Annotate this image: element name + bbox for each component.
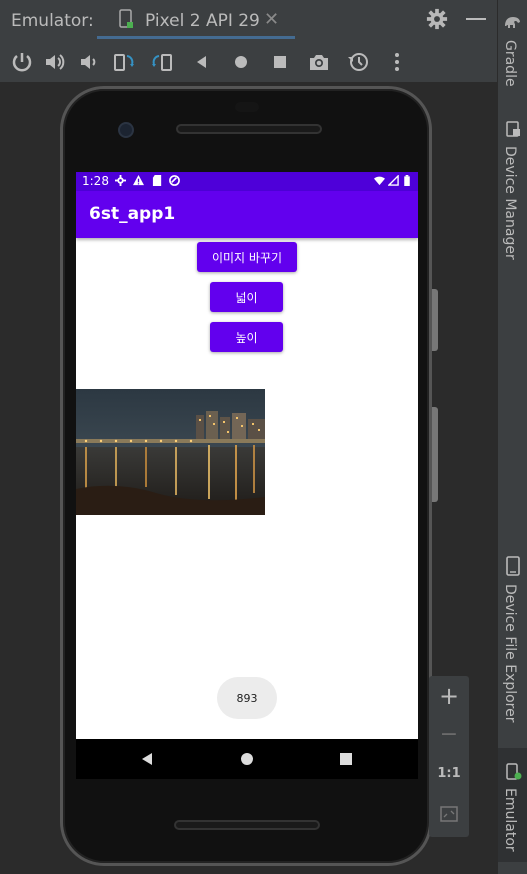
gradle-elephant-icon bbox=[505, 17, 520, 28]
rotate-left-icon[interactable] bbox=[112, 50, 136, 74]
top-speaker-grille bbox=[176, 124, 322, 134]
emulator-toolbar bbox=[0, 40, 497, 82]
nav-home-icon[interactable] bbox=[241, 753, 253, 765]
cell-signal-icon bbox=[388, 175, 399, 186]
bottom-speaker-grille bbox=[174, 820, 320, 830]
height-button[interactable]: 높이 bbox=[210, 322, 283, 352]
right-tool-strip: Gradle Device Manager Device File Explor… bbox=[497, 0, 527, 874]
width-button[interactable]: 넓이 bbox=[210, 282, 283, 312]
status-time: 1:28 bbox=[82, 174, 109, 188]
overview-icon[interactable] bbox=[268, 50, 292, 74]
rotate-right-icon[interactable] bbox=[151, 50, 175, 74]
wifi-icon bbox=[374, 176, 385, 186]
zoom-out-button[interactable]: − bbox=[429, 722, 469, 747]
volume-down-icon[interactable] bbox=[77, 50, 101, 74]
warning-icon bbox=[133, 175, 144, 186]
nav-back-icon[interactable] bbox=[142, 753, 152, 765]
battery-icon bbox=[404, 175, 410, 186]
panel-title: Emulator: bbox=[11, 11, 94, 31]
volume-up-icon[interactable] bbox=[43, 50, 67, 74]
earpiece bbox=[235, 102, 259, 112]
zoom-controls: + − 1:1 bbox=[429, 676, 469, 837]
screenshot-icon[interactable] bbox=[307, 50, 331, 74]
actual-size-button[interactable]: 1:1 bbox=[429, 766, 469, 781]
app-title: 6st_app1 bbox=[89, 204, 176, 224]
minimize-icon[interactable] bbox=[466, 18, 486, 20]
data-saver-icon bbox=[169, 175, 180, 186]
gear-icon[interactable] bbox=[426, 8, 448, 30]
toast-message: 893 bbox=[217, 677, 277, 719]
home-icon[interactable] bbox=[229, 50, 253, 74]
tab-label: Pixel 2 API 29 bbox=[145, 11, 260, 31]
night-riverside-photo bbox=[76, 389, 265, 515]
device-file-explorer-icon bbox=[506, 556, 520, 576]
phone-device-icon bbox=[119, 9, 133, 28]
android-studio-emulator-window: Emulator: Pixel 2 API 29 ✕ 1:28 6st_app1… bbox=[0, 0, 527, 874]
close-tab-icon[interactable]: ✕ bbox=[264, 9, 279, 30]
sd-card-icon bbox=[152, 175, 162, 186]
device-screen[interactable]: 1:28 6st_app1 이미지 바꾸기 넓이 높이 893 bbox=[76, 172, 418, 739]
emulator-header: Emulator: Pixel 2 API 29 ✕ bbox=[0, 0, 497, 40]
nav-recents-icon[interactable] bbox=[340, 753, 352, 765]
tab-pixel-2-api-29[interactable]: Pixel 2 API 29 ✕ bbox=[97, 0, 295, 40]
device-volume-rocker[interactable] bbox=[432, 289, 438, 351]
device-navigation-bar bbox=[76, 739, 418, 779]
change-image-button[interactable]: 이미지 바꾸기 bbox=[197, 242, 297, 272]
power-icon[interactable] bbox=[10, 50, 34, 74]
back-icon[interactable] bbox=[190, 50, 214, 74]
app-bar: 6st_app1 bbox=[76, 191, 418, 238]
zoom-in-button[interactable]: + bbox=[429, 682, 469, 710]
emulator-tool-icon bbox=[506, 763, 522, 780]
device-manager-icon bbox=[506, 121, 520, 137]
device-power-button[interactable] bbox=[432, 407, 438, 502]
front-camera bbox=[118, 122, 134, 138]
settings-notification-icon bbox=[115, 175, 126, 186]
status-bar: 1:28 bbox=[76, 172, 418, 191]
tab-active-indicator bbox=[97, 36, 295, 39]
more-icon[interactable] bbox=[385, 50, 409, 74]
gradle-tool-tab[interactable]: Gradle bbox=[502, 40, 518, 87]
emulator-tool-tab[interactable]: Emulator bbox=[502, 788, 518, 852]
device-file-explorer-tool-tab[interactable]: Device File Explorer bbox=[502, 584, 518, 723]
fit-screen-icon[interactable] bbox=[439, 804, 459, 824]
snapshot-icon[interactable] bbox=[346, 50, 370, 74]
device-manager-tool-tab[interactable]: Device Manager bbox=[502, 146, 518, 260]
